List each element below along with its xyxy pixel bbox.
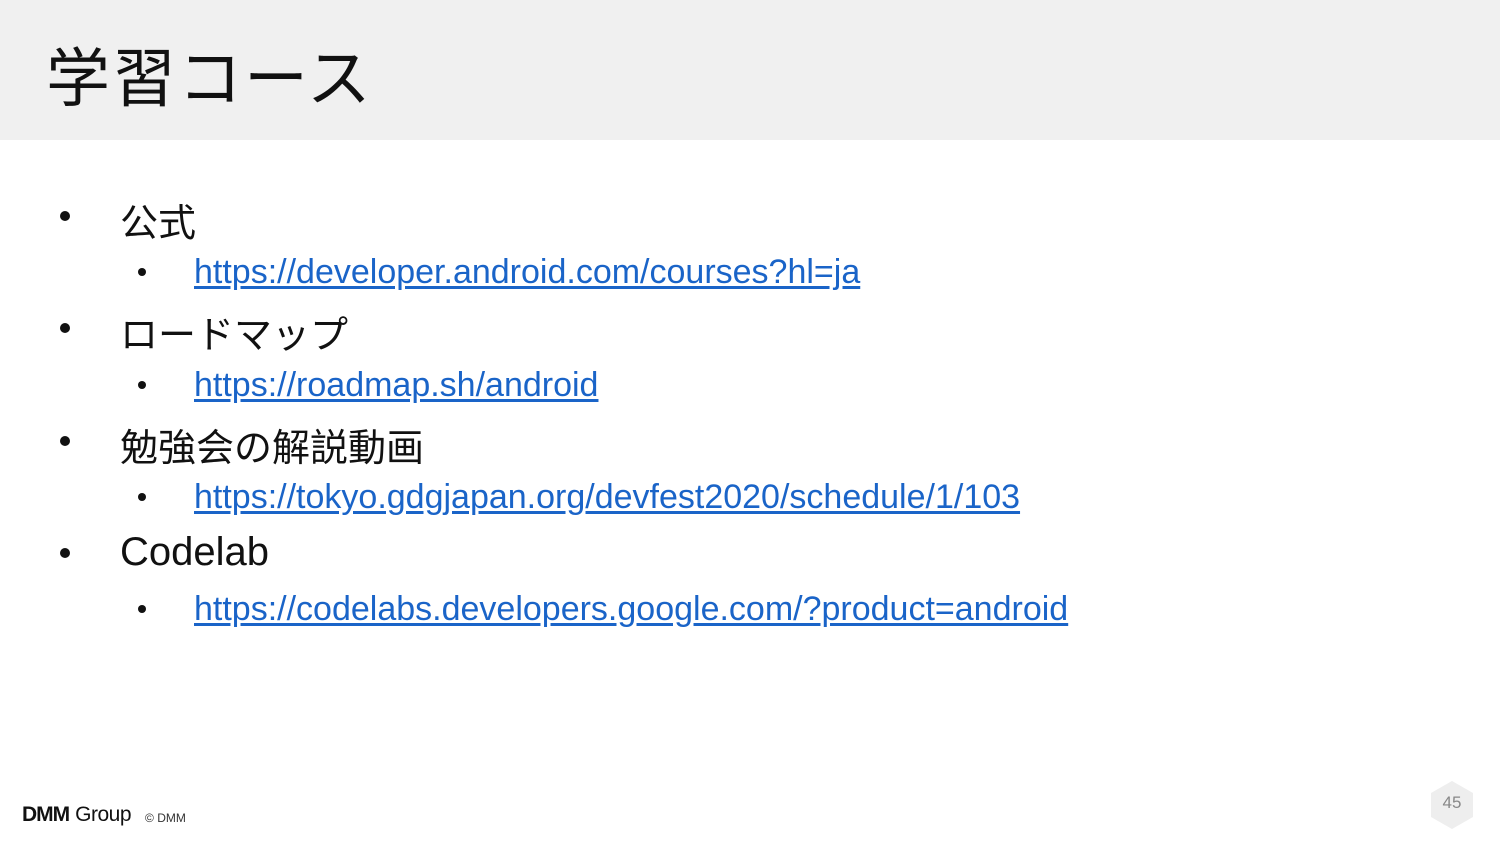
logo-group-text: Group xyxy=(75,803,132,826)
bullet-icon xyxy=(60,548,70,558)
copyright-text: © DMM xyxy=(145,811,186,825)
section-label-codelab: Codelab xyxy=(120,530,270,574)
link-android-courses[interactable]: https://developer.android.com/courses?hl… xyxy=(194,253,860,292)
title-bar: 学習コース xyxy=(0,0,1500,140)
link-codelabs[interactable]: https://codelabs.developers.google.com/?… xyxy=(194,590,1068,629)
bullet-icon xyxy=(60,211,70,221)
link-devfest-video[interactable]: https://tokyo.gdgjapan.org/devfest2020/s… xyxy=(194,478,1020,517)
link-roadmap[interactable]: https://roadmap.sh/android xyxy=(194,366,598,405)
bullet-icon xyxy=(138,605,146,613)
slide-title: 学習コース xyxy=(46,43,373,117)
bullet-icon xyxy=(138,493,146,501)
page-number: 45 xyxy=(1442,793,1462,812)
company-logo: DMM Group © DMM xyxy=(22,802,186,828)
bullet-icon xyxy=(60,436,70,446)
bullet-icon xyxy=(60,323,70,333)
section-label-official: 公式 xyxy=(120,201,197,245)
section-label-roadmap: ロードマップ xyxy=(120,313,349,357)
logo-mark: DMM xyxy=(22,803,70,826)
bullet-icon xyxy=(138,381,146,389)
bullet-icon xyxy=(138,268,146,276)
section-label-study-video: 勉強会の解説動画 xyxy=(120,426,425,470)
